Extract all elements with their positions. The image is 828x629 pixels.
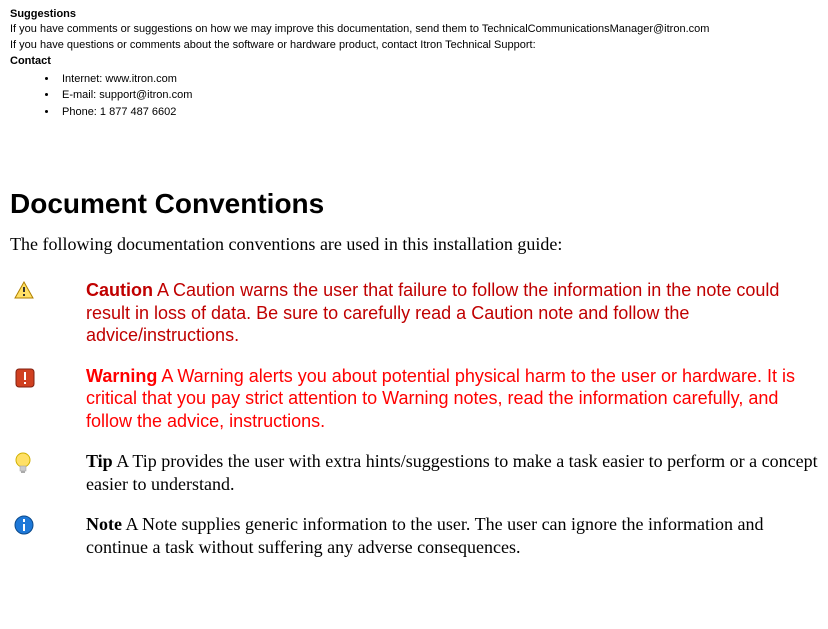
caution-icon bbox=[10, 279, 86, 299]
caution-body: A Caution warns the user that failure to… bbox=[86, 280, 779, 345]
caution-label: Caution bbox=[86, 280, 153, 300]
intro-paragraph: The following documentation conventions … bbox=[10, 234, 818, 255]
convention-row-note: Note A Note supplies generic information… bbox=[10, 513, 818, 558]
note-body: A Note supplies generic information to t… bbox=[86, 514, 764, 557]
list-item: Phone: 1 877 487 6602 bbox=[58, 104, 818, 121]
support-paragraph: If you have questions or comments about … bbox=[10, 38, 818, 52]
caution-text: Caution A Caution warns the user that fa… bbox=[86, 279, 818, 347]
tip-icon bbox=[10, 450, 86, 476]
suggestions-paragraph: If you have comments or suggestions on h… bbox=[10, 22, 818, 36]
warning-icon bbox=[10, 365, 86, 389]
warning-text: Warning A Warning alerts you about poten… bbox=[86, 365, 818, 433]
tip-label: Tip bbox=[86, 451, 113, 471]
tip-text: Tip A Tip provides the user with extra h… bbox=[86, 450, 818, 495]
convention-row-tip: Tip A Tip provides the user with extra h… bbox=[10, 450, 818, 495]
note-icon bbox=[10, 513, 86, 535]
contact-heading: Contact bbox=[10, 55, 818, 67]
list-item: Internet: www.itron.com bbox=[58, 71, 818, 88]
note-label: Note bbox=[86, 514, 122, 534]
warning-body: A Warning alerts you about potential phy… bbox=[86, 366, 795, 431]
convention-row-warning: Warning A Warning alerts you about poten… bbox=[10, 365, 818, 433]
suggestions-heading: Suggestions bbox=[10, 8, 818, 20]
tip-body: A Tip provides the user with extra hints… bbox=[86, 451, 818, 494]
contact-list: Internet: www.itron.com E-mail: support@… bbox=[58, 71, 818, 121]
list-item: E-mail: support@itron.com bbox=[58, 87, 818, 104]
conventions-table: Caution A Caution warns the user that fa… bbox=[10, 279, 818, 558]
warning-label: Warning bbox=[86, 366, 157, 386]
page-title: Document Conventions bbox=[10, 188, 818, 220]
convention-row-caution: Caution A Caution warns the user that fa… bbox=[10, 279, 818, 347]
note-text: Note A Note supplies generic information… bbox=[86, 513, 818, 558]
